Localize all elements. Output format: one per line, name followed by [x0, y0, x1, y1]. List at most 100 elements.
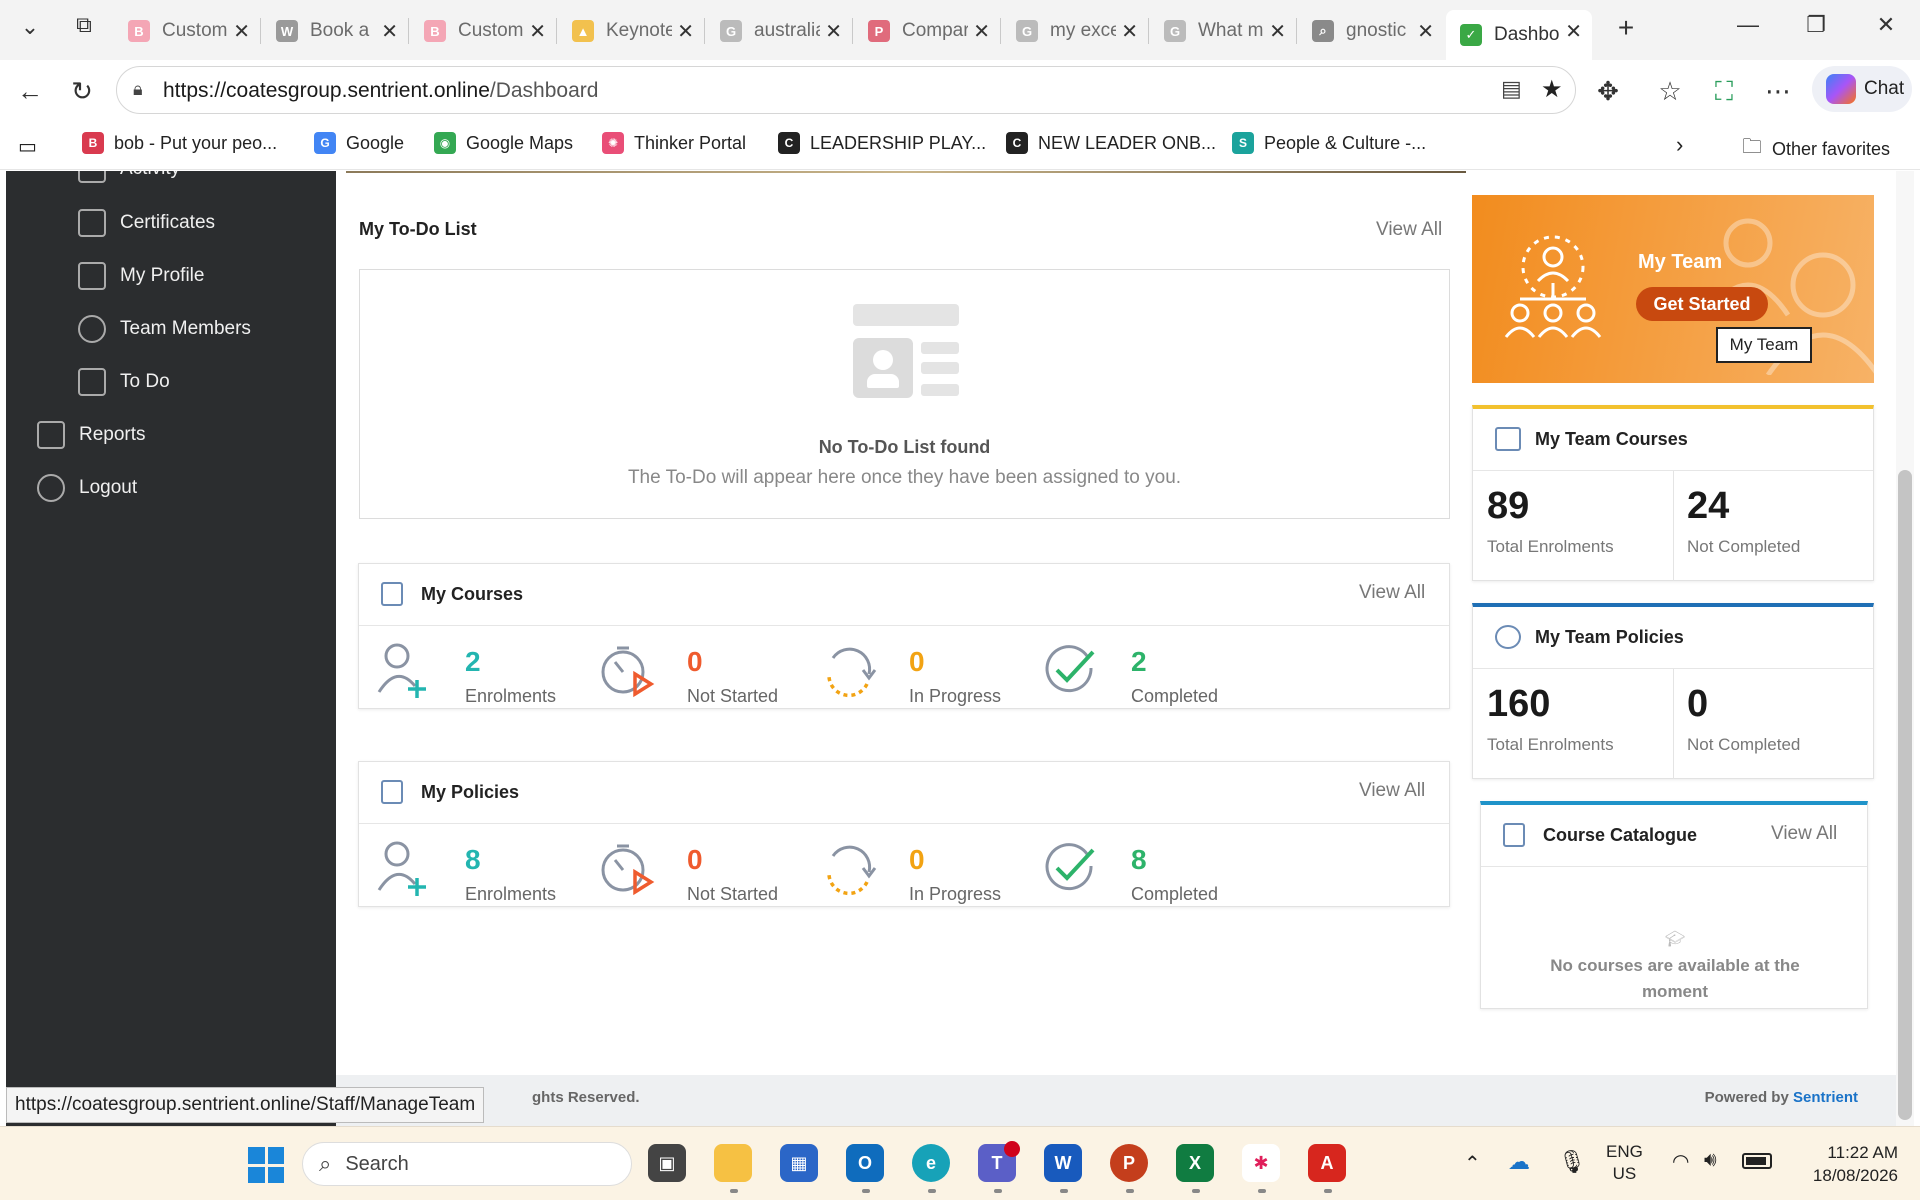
copilot-chat-button[interactable]: Chat: [1812, 66, 1912, 112]
tab-close-icon[interactable]: ✕: [233, 19, 250, 44]
edge-icon[interactable]: e: [912, 1144, 950, 1182]
tab-close-icon[interactable]: ✕: [677, 19, 694, 44]
other-favorites[interactable]: 🗀 Other favorites: [1742, 132, 1890, 166]
language-indicator[interactable]: ENG US: [1606, 1141, 1643, 1185]
get-started-button[interactable]: Get Started: [1636, 287, 1768, 321]
tab-title: Custom: [162, 20, 228, 41]
favorite-item-3[interactable]: ✺ Thinker Portal: [602, 132, 746, 154]
workspaces-icon[interactable]: ⧉: [64, 12, 104, 38]
tab-1[interactable]: W Book a ✕: [262, 10, 408, 52]
favorites-bar: ▭ Bbob - Put your peo... G Google ◉ Google M…: [0, 122, 1920, 170]
tab-close-icon[interactable]: ✕: [1121, 19, 1138, 44]
battery-icon[interactable]: [1742, 1153, 1772, 1169]
sidebar-item-team-members[interactable]: Team Members: [78, 315, 251, 343]
url-text[interactable]: https://coatesgroup.sentrient.online/Das…: [163, 79, 598, 103]
task-view-icon[interactable]: ▣: [648, 1144, 686, 1182]
favorite-item-2[interactable]: ◉ Google Maps: [434, 132, 573, 154]
catalogue-view-all-link[interactable]: View All: [1771, 823, 1837, 845]
tab-close-icon[interactable]: ✕: [1417, 19, 1434, 44]
clock-date: 18/08/2026: [1812, 1166, 1898, 1185]
my-policies-view-all-link[interactable]: View All: [1359, 780, 1425, 802]
tab-7[interactable]: G What m ✕: [1150, 10, 1296, 52]
back-icon[interactable]: ←: [14, 76, 46, 107]
sidebar-item-label: Certificates: [120, 212, 216, 233]
sidebar-item-my-profile[interactable]: My Profile: [78, 262, 204, 290]
stat-label: Enrolments: [465, 686, 557, 706]
favorite-item-5[interactable]: C NEW LEADER ONB...: [1006, 132, 1216, 154]
todo-view-all-link[interactable]: View All: [1376, 219, 1442, 241]
volume-icon[interactable]: 🔊︎: [1704, 1149, 1717, 1172]
tab-close-icon[interactable]: ✕: [1565, 19, 1582, 44]
reports-icon: [37, 421, 65, 449]
tab-close-icon[interactable]: ✕: [529, 19, 546, 44]
start-windows-icon[interactable]: [248, 1147, 284, 1183]
scrollbar-thumb[interactable]: [1898, 470, 1912, 1120]
stat-label: In Progress: [909, 686, 1002, 706]
my-team-banner[interactable]: My Team Get Started My Team: [1472, 195, 1874, 383]
word-icon[interactable]: W: [1044, 1144, 1082, 1182]
favorite-item-4[interactable]: C LEADERSHIP PLAY...: [778, 132, 986, 154]
slack-icon[interactable]: ✱: [1242, 1144, 1280, 1182]
tray-chevron-up-icon[interactable]: ⌃: [1464, 1151, 1481, 1176]
running-indicator: [730, 1189, 738, 1193]
new-tab-button[interactable]: +: [1606, 12, 1646, 44]
onedrive-icon[interactable]: ☁: [1508, 1149, 1530, 1175]
favorite-item-1[interactable]: G Google: [314, 132, 404, 154]
tab-close-icon[interactable]: ✕: [973, 19, 990, 44]
running-indicator: [1258, 1189, 1266, 1193]
close-window-button[interactable]: ✕: [1866, 12, 1906, 38]
acrobat-icon[interactable]: A: [1308, 1144, 1346, 1182]
stat-value: 8: [1131, 844, 1147, 875]
powerpoint-icon[interactable]: P: [1110, 1144, 1148, 1182]
favorites-icon[interactable]: ☆: [1654, 76, 1686, 107]
app-sidebar: Activity Certificates My Profile Team Me…: [6, 171, 336, 1126]
tab-8[interactable]: ⌕ gnostic ✕: [1298, 10, 1444, 52]
collections-icon[interactable]: ⛶: [1708, 76, 1740, 108]
sidebar-item-logout[interactable]: Logout: [37, 474, 137, 502]
tab-4[interactable]: Gaustralia ✕: [706, 10, 852, 52]
sidebar-item-label: My Profile: [120, 265, 205, 286]
wifi-icon[interactable]: ◠: [1672, 1149, 1689, 1174]
extensions-icon[interactable]: ✥: [1592, 76, 1624, 107]
tab-close-icon[interactable]: ✕: [1269, 19, 1286, 44]
tab-9[interactable]: ✓ Dashbo ✕: [1446, 10, 1592, 60]
sidebar-item-certificates[interactable]: Certificates: [78, 209, 215, 237]
clock[interactable]: 11:22 AM 18/08/2026: [1796, 1141, 1898, 1187]
tab-2[interactable]: B Custom ✕: [410, 10, 556, 52]
microphone-icon[interactable]: 🎙︎: [1558, 1149, 1586, 1175]
stat-label: Completed: [1131, 884, 1219, 904]
enrolment-user-plus-icon: [375, 640, 435, 702]
excel-icon[interactable]: X: [1176, 1144, 1214, 1182]
tab-close-icon[interactable]: ✕: [381, 19, 398, 44]
sidebar-item-reports[interactable]: Reports: [37, 421, 146, 449]
favorite-item-0[interactable]: Bbob - Put your peo...: [82, 132, 277, 154]
tab-title: my exce: [1050, 20, 1116, 41]
sentrient-link[interactable]: Sentrient: [1793, 1089, 1858, 1106]
sidebar-item-activity[interactable]: Activity: [78, 171, 180, 183]
reader-mode-icon[interactable]: ▤: [1501, 76, 1522, 102]
refresh-icon[interactable]: ↻: [66, 76, 98, 107]
sidebar-item-to-do[interactable]: To Do: [78, 368, 170, 396]
tab-favicon-icon: W: [276, 20, 298, 42]
my-courses-view-all-link[interactable]: View All: [1359, 582, 1425, 604]
tab-3[interactable]: ▲ Keynote ✕: [558, 10, 704, 52]
more-icon[interactable]: ⋯: [1762, 76, 1794, 107]
sidebar-toggle-icon[interactable]: ▭: [18, 134, 37, 159]
tab-5[interactable]: P Compar ✕: [854, 10, 1000, 52]
favorite-item-6[interactable]: S People & Culture -...: [1232, 132, 1426, 154]
outlook-icon[interactable]: O: [846, 1144, 884, 1182]
taskbar-search[interactable]: ⌕ Search: [302, 1142, 632, 1186]
file-explorer-icon[interactable]: [714, 1144, 752, 1182]
favorites-overflow-chevron-icon[interactable]: ›: [1676, 132, 1683, 158]
favorite-star-icon[interactable]: ★: [1541, 75, 1563, 104]
tab-list-button[interactable]: ⌄: [10, 14, 50, 40]
tab-6[interactable]: Gmy exce ✕: [1002, 10, 1148, 52]
address-bar[interactable]: 🔒︎ https://coatesgroup.sentrient.online/…: [116, 66, 1576, 114]
in-progress-refresh-icon: [819, 838, 879, 900]
tab-0[interactable]: B Custom ✕: [114, 10, 260, 52]
minimize-button[interactable]: —: [1728, 12, 1768, 38]
restore-button[interactable]: ❐: [1796, 12, 1836, 38]
stat-in-progress: 0 In Progress: [819, 634, 1039, 724]
tab-close-icon[interactable]: ✕: [825, 19, 842, 44]
microsoft-store-icon[interactable]: ▦: [780, 1144, 818, 1182]
